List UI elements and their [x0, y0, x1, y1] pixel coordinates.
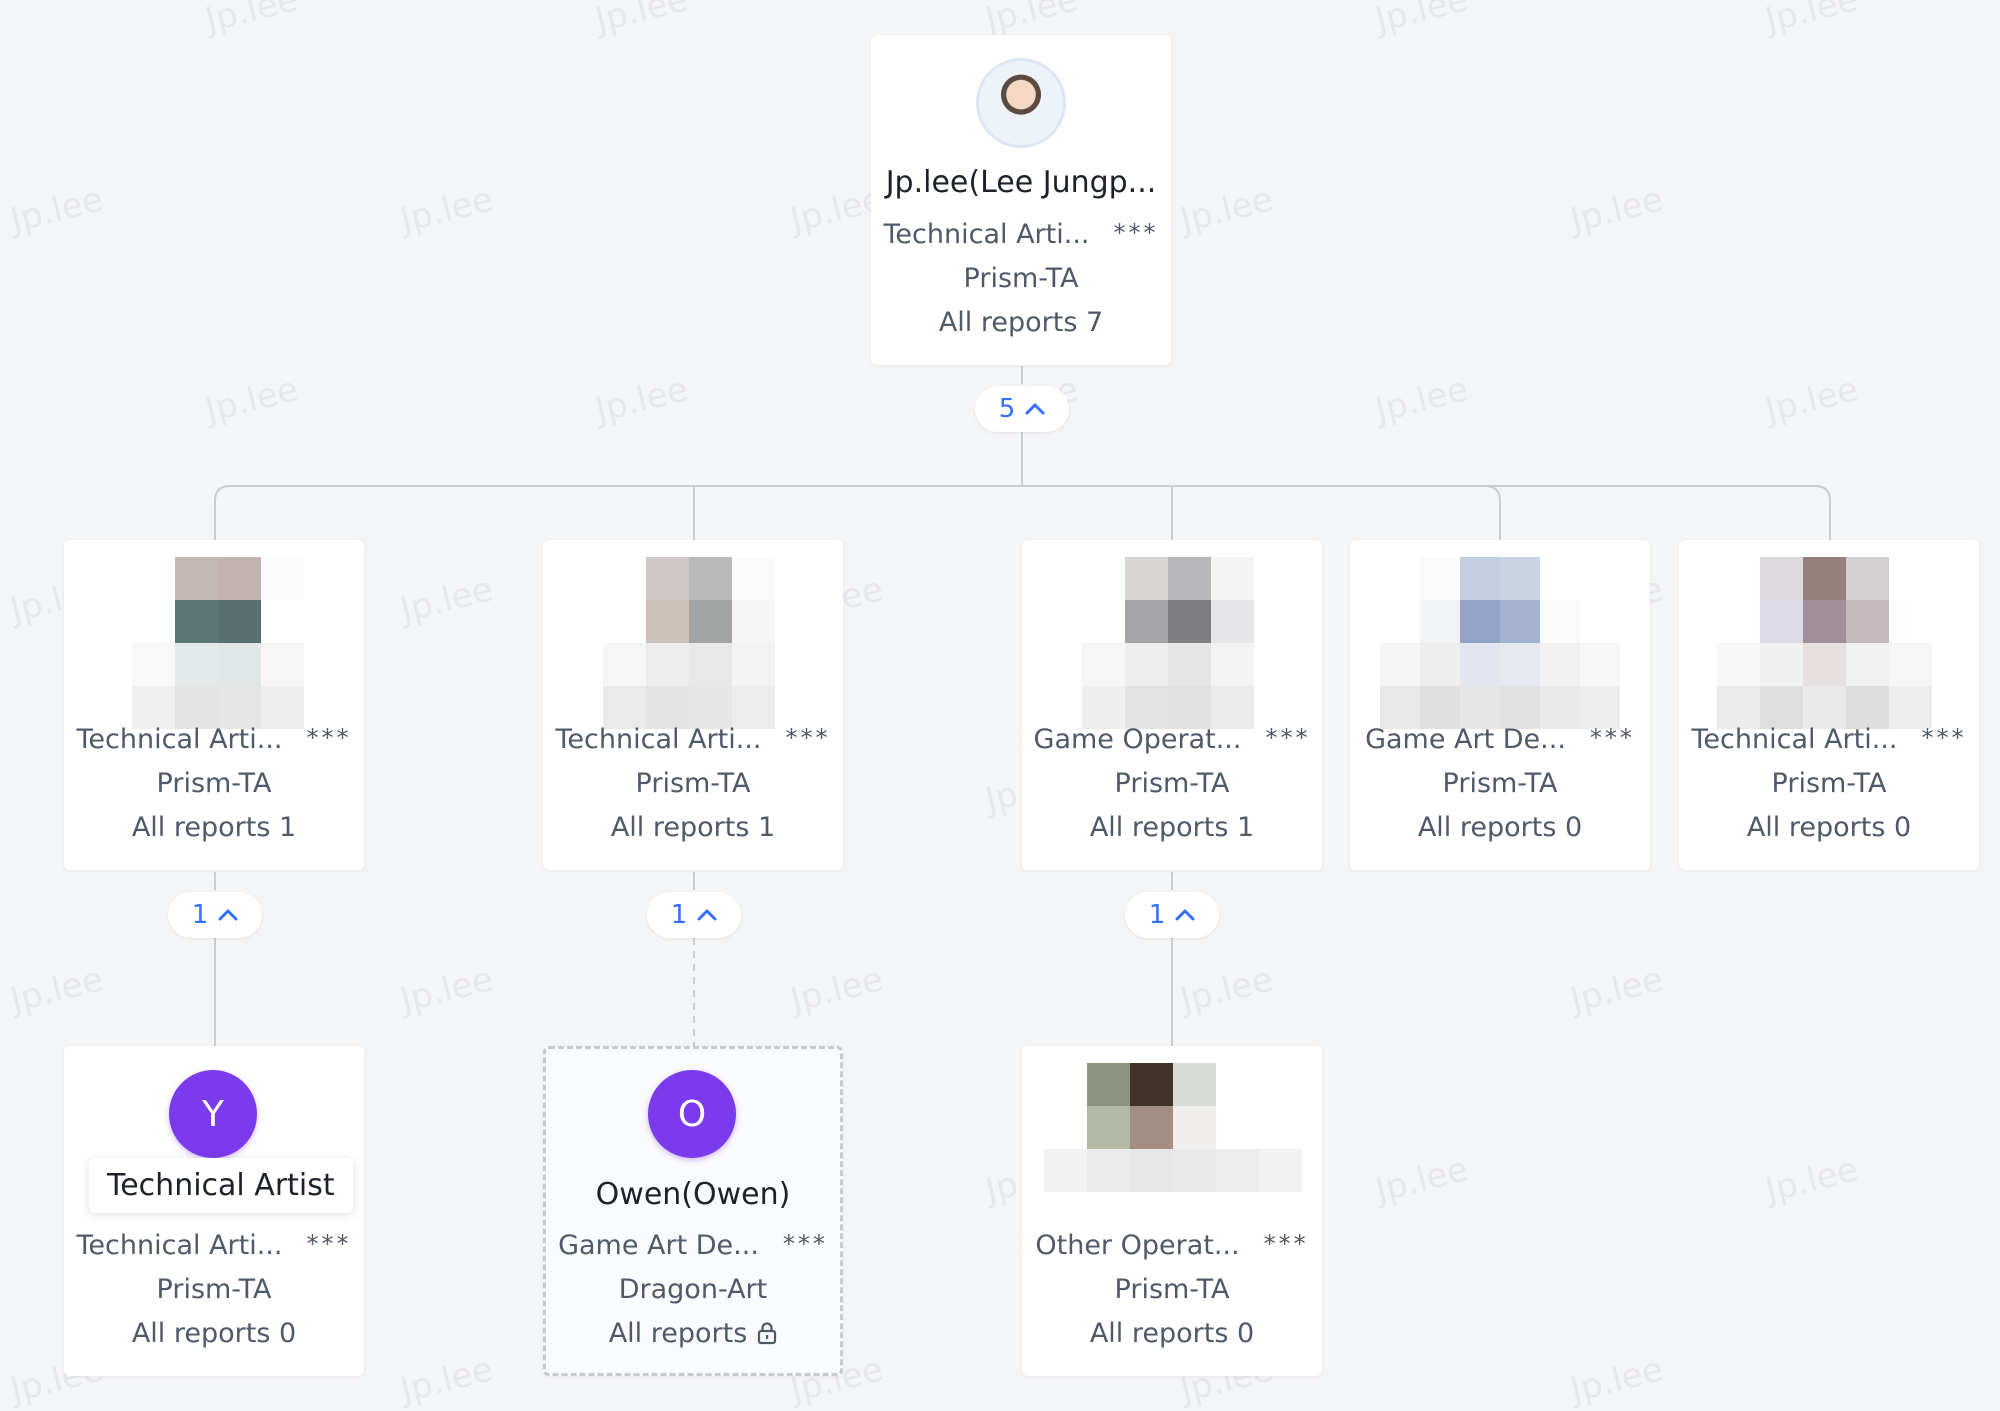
role-row: Technical Arti... ***	[1679, 724, 1979, 755]
chevron-up-icon	[218, 909, 238, 921]
team-name: Prism-TA	[963, 263, 1079, 294]
report-card[interactable]: Technical Arti... *** Prism-TA All repor…	[1679, 540, 1979, 870]
blurred-photo-avatar	[132, 557, 304, 729]
masked-field: ***	[1263, 1230, 1309, 1258]
role-row: Game Art De... ***	[546, 1230, 840, 1261]
team-name: Prism-TA	[156, 1274, 272, 1305]
job-title: Game Art De...	[558, 1230, 759, 1261]
job-title: Technical Arti...	[555, 724, 762, 755]
role-row: Game Art De... ***	[1350, 724, 1650, 755]
job-title: Technical Arti...	[76, 724, 283, 755]
root-person-card[interactable]: Jp.lee(Lee Jungp... Technical Arti... **…	[871, 35, 1171, 365]
blurred-photo-avatar	[1717, 557, 1932, 729]
role-row: Other Operat... ***	[1022, 1230, 1322, 1261]
expand-toggle[interactable]: 1	[647, 892, 741, 938]
expand-toggle-root[interactable]: 5	[975, 386, 1069, 432]
team-name: Prism-TA	[1114, 1274, 1230, 1305]
team-name: Prism-TA	[1771, 768, 1887, 799]
masked-field: ***	[785, 724, 831, 752]
report-card[interactable]: Y Technical Artist Technical Arti... ***…	[64, 1046, 364, 1376]
blurred-photo-avatar	[603, 557, 775, 729]
person-name: Jp.lee(Lee Jungp...	[885, 165, 1157, 200]
reports-count: All reports 0	[1746, 812, 1912, 843]
reports-count: All reports 1	[610, 812, 776, 843]
team-name: Prism-TA	[156, 768, 272, 799]
chevron-up-icon	[1175, 909, 1195, 921]
masked-field: ***	[1589, 724, 1635, 752]
job-title: Technical Arti...	[883, 219, 1090, 250]
report-card[interactable]: Game Art De... *** Prism-TA All reports …	[1350, 540, 1650, 870]
job-title: Other Operat...	[1035, 1230, 1240, 1261]
expand-toggle[interactable]: 1	[168, 892, 262, 938]
person-name: Owen(Owen)	[595, 1177, 791, 1212]
role-row: Technical Arti... ***	[64, 724, 364, 755]
reports-count: All reports 0	[1417, 812, 1583, 843]
chevron-up-icon	[1025, 403, 1045, 415]
report-card[interactable]: Game Operat... *** Prism-TA All reports …	[1022, 540, 1322, 870]
letter-avatar: O	[648, 1070, 736, 1158]
role-row: Technical Arti... ***	[871, 219, 1171, 250]
masked-field: ***	[1265, 724, 1311, 752]
team-name: Prism-TA	[1442, 768, 1558, 799]
team-name: Prism-TA	[635, 768, 751, 799]
reports-row: All reports	[546, 1318, 840, 1349]
job-title: Technical Arti...	[1691, 724, 1898, 755]
letter-avatar: Y	[169, 1070, 257, 1158]
job-title: Game Operat...	[1033, 724, 1242, 755]
reports-count: All reports 7	[938, 307, 1104, 338]
reports-count: All reports 1	[131, 812, 297, 843]
reports-label: All reports	[608, 1318, 748, 1349]
lock-icon	[758, 1322, 777, 1345]
job-title: Technical Arti...	[76, 1230, 283, 1261]
reports-count: All reports 0	[1089, 1318, 1255, 1349]
restricted-report-card[interactable]: O Owen(Owen) Game Art De... *** Dragon-A…	[543, 1046, 843, 1376]
expand-toggle[interactable]: 1	[1125, 892, 1219, 938]
role-row: Technical Arti... ***	[543, 724, 843, 755]
blurred-photo-avatar	[1044, 1063, 1302, 1192]
toggle-count: 1	[670, 900, 688, 930]
profile-photo-avatar	[976, 58, 1066, 148]
team-name: Prism-TA	[1114, 768, 1230, 799]
report-card[interactable]: Other Operat... *** Prism-TA All reports…	[1022, 1046, 1322, 1376]
job-title: Game Art De...	[1365, 724, 1566, 755]
toggle-count: 1	[1148, 900, 1166, 930]
blurred-photo-avatar	[1082, 557, 1254, 729]
reports-count: All reports 0	[131, 1318, 297, 1349]
masked-field: ***	[306, 724, 352, 752]
blurred-photo-avatar	[1380, 557, 1620, 729]
masked-field: ***	[1113, 219, 1159, 247]
reports-count: All reports 1	[1089, 812, 1255, 843]
report-card[interactable]: Technical Arti... *** Prism-TA All repor…	[543, 540, 843, 870]
report-card[interactable]: Technical Arti... *** Prism-TA All repor…	[64, 540, 364, 870]
toggle-count: 5	[998, 394, 1016, 424]
masked-field: ***	[782, 1230, 828, 1258]
masked-field: ***	[1921, 724, 1967, 752]
role-row: Technical Arti... ***	[64, 1230, 364, 1261]
name-tooltip: Technical Artist	[89, 1158, 353, 1213]
masked-field: ***	[306, 1230, 352, 1258]
team-name: Dragon-Art	[618, 1274, 768, 1305]
role-row: Game Operat... ***	[1022, 724, 1322, 755]
chevron-up-icon	[697, 909, 717, 921]
toggle-count: 1	[191, 900, 209, 930]
